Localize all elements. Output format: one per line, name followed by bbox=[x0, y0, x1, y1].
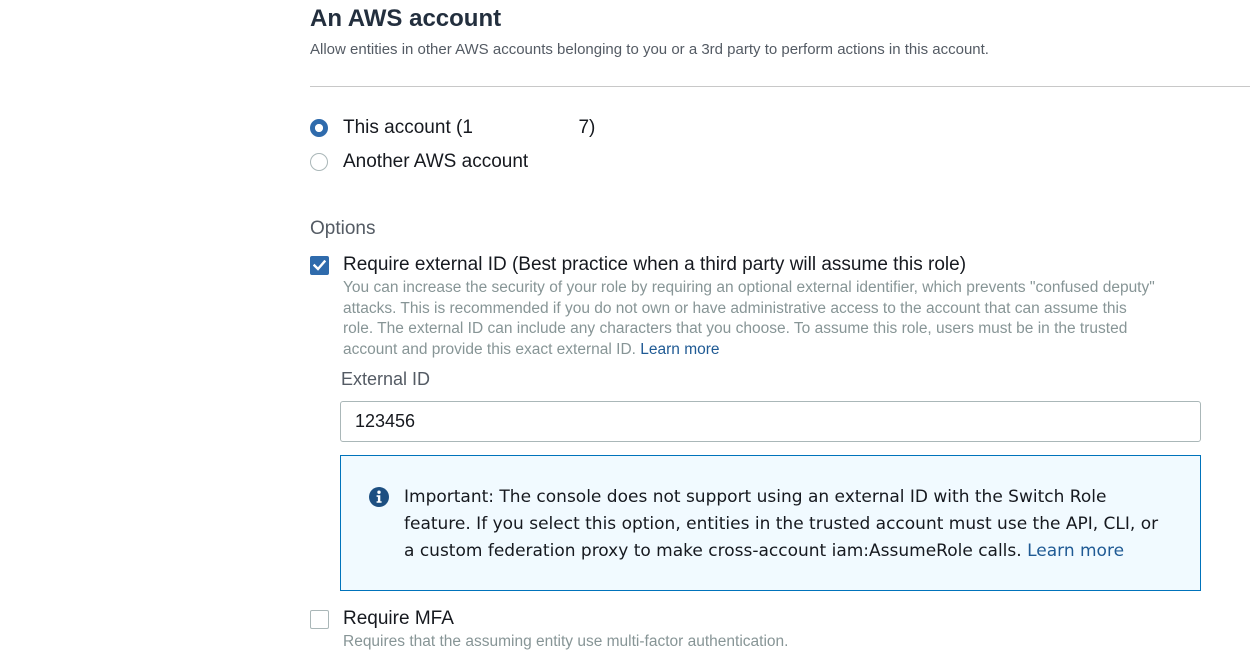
another-account-label: Another AWS account bbox=[343, 151, 529, 172]
require-external-id-label: Require external ID (Best practice when … bbox=[343, 254, 967, 275]
require-mfa-checkbox[interactable] bbox=[310, 609, 329, 629]
external-id-help: You can increase the security of your ro… bbox=[343, 278, 1155, 360]
help-line: attacks. This is recommended if you do n… bbox=[343, 299, 1127, 317]
radio-another-account[interactable]: Another AWS account bbox=[310, 150, 528, 174]
info-icon bbox=[369, 487, 389, 507]
require-mfa-label: Require MFA bbox=[343, 608, 454, 629]
learn-more-link[interactable]: Learn more bbox=[640, 341, 719, 358]
checkmark-icon bbox=[313, 259, 326, 271]
mfa-help: Requires that the assuming entity use mu… bbox=[343, 633, 789, 650]
notice-text: Important: The console does not support … bbox=[404, 484, 1184, 565]
help-line: account and provide this exact external … bbox=[343, 340, 636, 358]
this-account-label: This account (1 7) bbox=[343, 117, 596, 138]
external-id-label: External ID bbox=[341, 369, 431, 389]
notice-line-last: a custom federation proxy to make cross-… bbox=[404, 538, 1184, 565]
section-title: An AWS account bbox=[310, 5, 502, 32]
section-divider bbox=[310, 86, 1250, 87]
help-line-last: account and provide this exact external … bbox=[343, 340, 1155, 361]
notice-learn-more-link[interactable]: Learn more bbox=[1027, 541, 1124, 561]
radio-button[interactable] bbox=[310, 153, 328, 171]
notice-line: Important: The console does not support … bbox=[404, 487, 1107, 507]
require-external-id-checkbox[interactable] bbox=[310, 255, 329, 275]
notice-line: feature. If you select this option, enti… bbox=[404, 514, 1159, 534]
important-notice: Important: The console does not support … bbox=[340, 455, 1201, 591]
radio-this-account[interactable]: This account (1 7) bbox=[310, 116, 595, 140]
section-description: Allow entities in other AWS accounts bel… bbox=[310, 41, 989, 58]
trusted-entity-page: An AWS account Allow entities in other A… bbox=[0, 0, 1250, 656]
radio-button-selected[interactable] bbox=[310, 119, 328, 137]
require-external-id-option[interactable]: Require external ID (Best practice when … bbox=[310, 254, 966, 276]
help-line: You can increase the security of your ro… bbox=[343, 279, 1155, 296]
require-mfa-option[interactable]: Require MFA bbox=[310, 608, 454, 630]
options-title: Options bbox=[310, 218, 376, 239]
help-line: role. The external ID can include any ch… bbox=[343, 320, 1128, 338]
notice-line: a custom federation proxy to make cross-… bbox=[404, 541, 1022, 561]
external-id-input[interactable] bbox=[340, 401, 1201, 442]
